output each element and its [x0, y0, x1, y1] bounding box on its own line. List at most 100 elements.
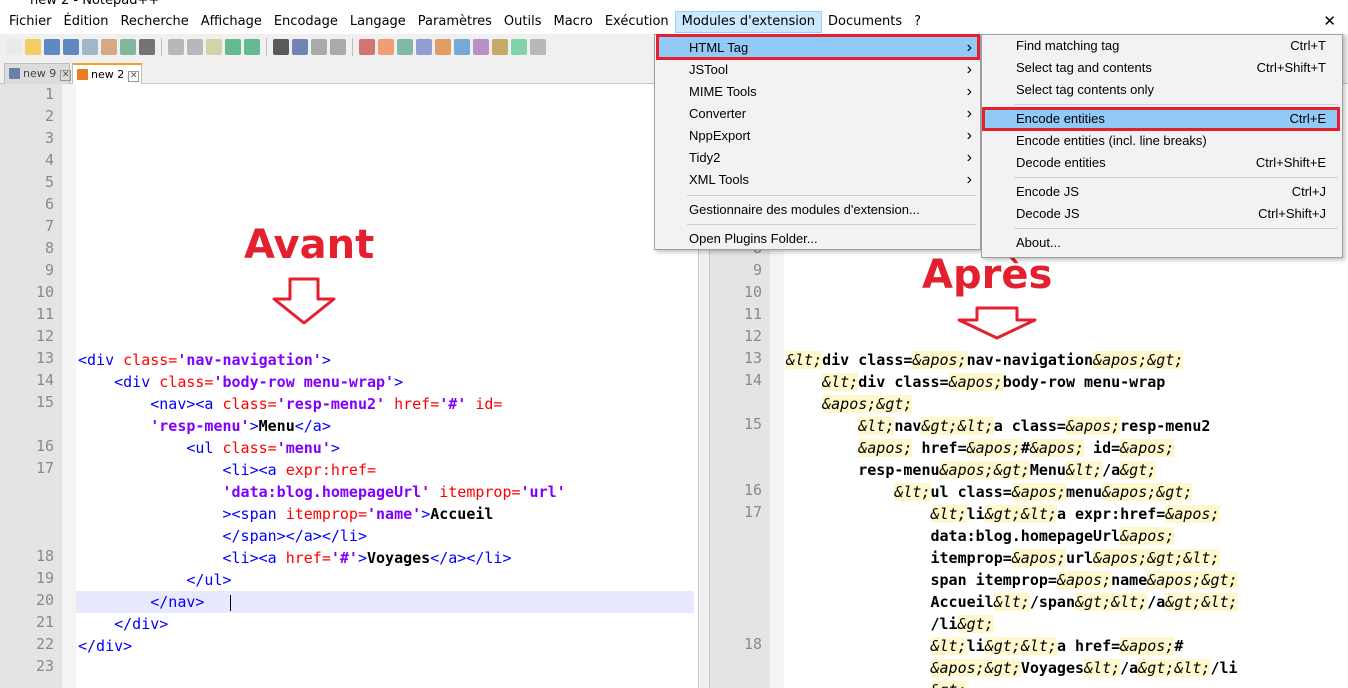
- line-number: 22: [35, 635, 54, 653]
- toolbar-button-icon[interactable]: [359, 39, 375, 55]
- plugins-menu-item-nppexport[interactable]: NppExport ›: [657, 125, 978, 147]
- menu-item-label: About...: [1016, 235, 1061, 250]
- toolbar-button-icon[interactable]: [273, 39, 289, 55]
- toolbar-button-icon[interactable]: [454, 39, 470, 55]
- plugins-menu-item-tidy2[interactable]: Tidy2 ›: [657, 147, 978, 169]
- code-token: </nav>: [78, 593, 205, 611]
- toolbar-button-icon[interactable]: [187, 39, 203, 55]
- toolbar-button-icon[interactable]: [139, 39, 155, 55]
- toolbar-button-icon[interactable]: [292, 39, 308, 55]
- tab-new-2[interactable]: new 2 ✕: [72, 63, 142, 84]
- close-tab-icon[interactable]: ✕: [60, 70, 72, 81]
- line-number: 15: [35, 393, 54, 411]
- toolbar-button-icon[interactable]: [378, 39, 394, 55]
- menu-outils[interactable]: Outils: [498, 11, 548, 33]
- code-line: Accueil&lt;/span&gt;&lt;/a&gt;&lt;: [786, 593, 1238, 611]
- menu-fichier[interactable]: Fichier: [3, 11, 58, 33]
- toolbar-button-icon[interactable]: [101, 39, 117, 55]
- code-token: >: [421, 505, 431, 523]
- html-tag-item-encode-js[interactable]: Encode JS Ctrl+J: [984, 181, 1340, 203]
- html-tag-item-decode-entities[interactable]: Decode entities Ctrl+Shift+E: [984, 152, 1340, 174]
- line-number: 17: [743, 503, 762, 521]
- toolbar-button-icon[interactable]: [435, 39, 451, 55]
- toolbar-button-icon[interactable]: [416, 39, 432, 55]
- toolbar-button-icon[interactable]: [492, 39, 508, 55]
- toolbar-button-icon[interactable]: [82, 39, 98, 55]
- toolbar-button-icon[interactable]: [330, 39, 346, 55]
- menu-item-plugins-manager[interactable]: Gestionnaire des modules d'extension...: [657, 199, 978, 221]
- menu-param-tres[interactable]: Paramètres: [412, 11, 498, 33]
- line-number: 23: [35, 657, 54, 675]
- menu-langage[interactable]: Langage: [344, 11, 412, 33]
- toolbar-button-icon[interactable]: [311, 39, 327, 55]
- line-number: 10: [743, 283, 762, 301]
- toolbar-button-icon[interactable]: [206, 39, 222, 55]
- menu-documents[interactable]: Documents: [822, 11, 908, 33]
- editor-left[interactable]: 1 2 3 4 5 6 7 8 9 10 11 12 13 14 15 16 17 18 19 20 21 22 23 <d…: [0, 84, 698, 688]
- toolbar-button-icon[interactable]: [225, 39, 241, 55]
- menu-item-open-plugins-folder[interactable]: Open Plugins Folder...: [657, 228, 978, 250]
- menu-item-shortcut: Ctrl+J: [1291, 184, 1326, 199]
- menu--dition[interactable]: Édition: [58, 11, 115, 33]
- chevron-right-icon: ›: [966, 83, 972, 100]
- toolbar-button-icon[interactable]: [63, 39, 79, 55]
- html-tag-item-decode-js[interactable]: Decode JS Ctrl+Shift+J: [984, 203, 1340, 225]
- plugins-menu-item-mime-tools[interactable]: MIME Tools ›: [657, 81, 978, 103]
- toolbar-button-icon[interactable]: [44, 39, 60, 55]
- menu-item-label: Converter: [689, 106, 747, 121]
- menu-modules-d-extension[interactable]: Modules d'extension: [674, 11, 823, 33]
- code-token: '#': [330, 549, 358, 567]
- toolbar-button-icon[interactable]: [244, 39, 260, 55]
- line-number: 12: [743, 327, 762, 345]
- code-token: <ul: [78, 439, 223, 457]
- code-token: <div: [78, 351, 124, 369]
- html-tag-item-about-[interactable]: About...: [984, 232, 1340, 254]
- chevron-right-icon: ›: [966, 105, 972, 122]
- line-number: 18: [35, 547, 54, 565]
- html-tag-item-find-matching-tag[interactable]: Find matching tag Ctrl+T: [984, 35, 1340, 57]
- plugins-menu-item-converter[interactable]: Converter ›: [657, 103, 978, 125]
- code-token: Menu: [258, 417, 295, 435]
- line-number: 16: [743, 481, 762, 499]
- code-left[interactable]: <div class='nav-navigation'> <div class=…: [78, 349, 566, 657]
- menu-macro[interactable]: Macro: [548, 11, 599, 33]
- plugins-menu-item-xml-tools[interactable]: XML Tools ›: [657, 169, 978, 191]
- code-token: </span></a></li>: [78, 527, 367, 545]
- annotation-before: Avant: [244, 222, 375, 268]
- menu-affichage[interactable]: Affichage: [195, 11, 268, 33]
- line-number: 11: [35, 305, 54, 323]
- toolbar-button-icon[interactable]: [25, 39, 41, 55]
- menu--[interactable]: ?: [908, 11, 927, 33]
- line-number-gutter: 1 2 3 4 5 6 7 8 9 10 11 12 13 14 15 16 17 18 19 20 21 22 23: [0, 84, 62, 688]
- menu-item-label: Decode JS: [1016, 206, 1080, 221]
- close-tab-icon[interactable]: ✕: [128, 71, 140, 82]
- menu-item-label: Tidy2: [689, 150, 721, 165]
- menu-ex-cution[interactable]: Exécution: [599, 11, 675, 33]
- menu-separator: [1014, 177, 1338, 178]
- close-icon[interactable]: ✕: [1323, 12, 1336, 30]
- toolbar-button-icon[interactable]: [6, 39, 22, 55]
- code-right[interactable]: &lt;div class=&apos;nav-navigation&apos;…: [786, 349, 1238, 688]
- html-tag-item-select-tag-contents-only[interactable]: Select tag contents only: [984, 79, 1340, 101]
- toolbar-button-icon[interactable]: [511, 39, 527, 55]
- plugins-menu-item-jstool[interactable]: JSTool ›: [657, 59, 978, 81]
- fold-margin[interactable]: [62, 84, 76, 688]
- toolbar-button-icon[interactable]: [397, 39, 413, 55]
- chevron-right-icon: ›: [966, 61, 972, 78]
- code-line: &lt;li&gt;&lt;a href=&apos;#: [930, 637, 1184, 655]
- code-token: 'resp-menu2': [276, 395, 386, 413]
- line-number: 12: [35, 327, 54, 345]
- html-tag-item-select-tag-and-contents[interactable]: Select tag and contents Ctrl+Shift+T: [984, 57, 1340, 79]
- toolbar-button-icon[interactable]: [473, 39, 489, 55]
- tab-new-9[interactable]: new 9 ✕: [4, 63, 72, 84]
- toolbar-button-icon[interactable]: [530, 39, 546, 55]
- menu-recherche[interactable]: Recherche: [114, 11, 194, 33]
- toolbar-button-icon[interactable]: [120, 39, 136, 55]
- toolbar-button-icon[interactable]: [168, 39, 184, 55]
- html-tag-item-encode-entities-incl-line-breaks-[interactable]: Encode entities (incl. line breaks): [984, 130, 1340, 152]
- menu-encodage[interactable]: Encodage: [268, 11, 344, 33]
- chevron-right-icon: ›: [966, 127, 972, 144]
- code-token: 'menu': [276, 439, 331, 457]
- code-token: >: [249, 417, 259, 435]
- code-token: 'resp-menu': [78, 417, 250, 435]
